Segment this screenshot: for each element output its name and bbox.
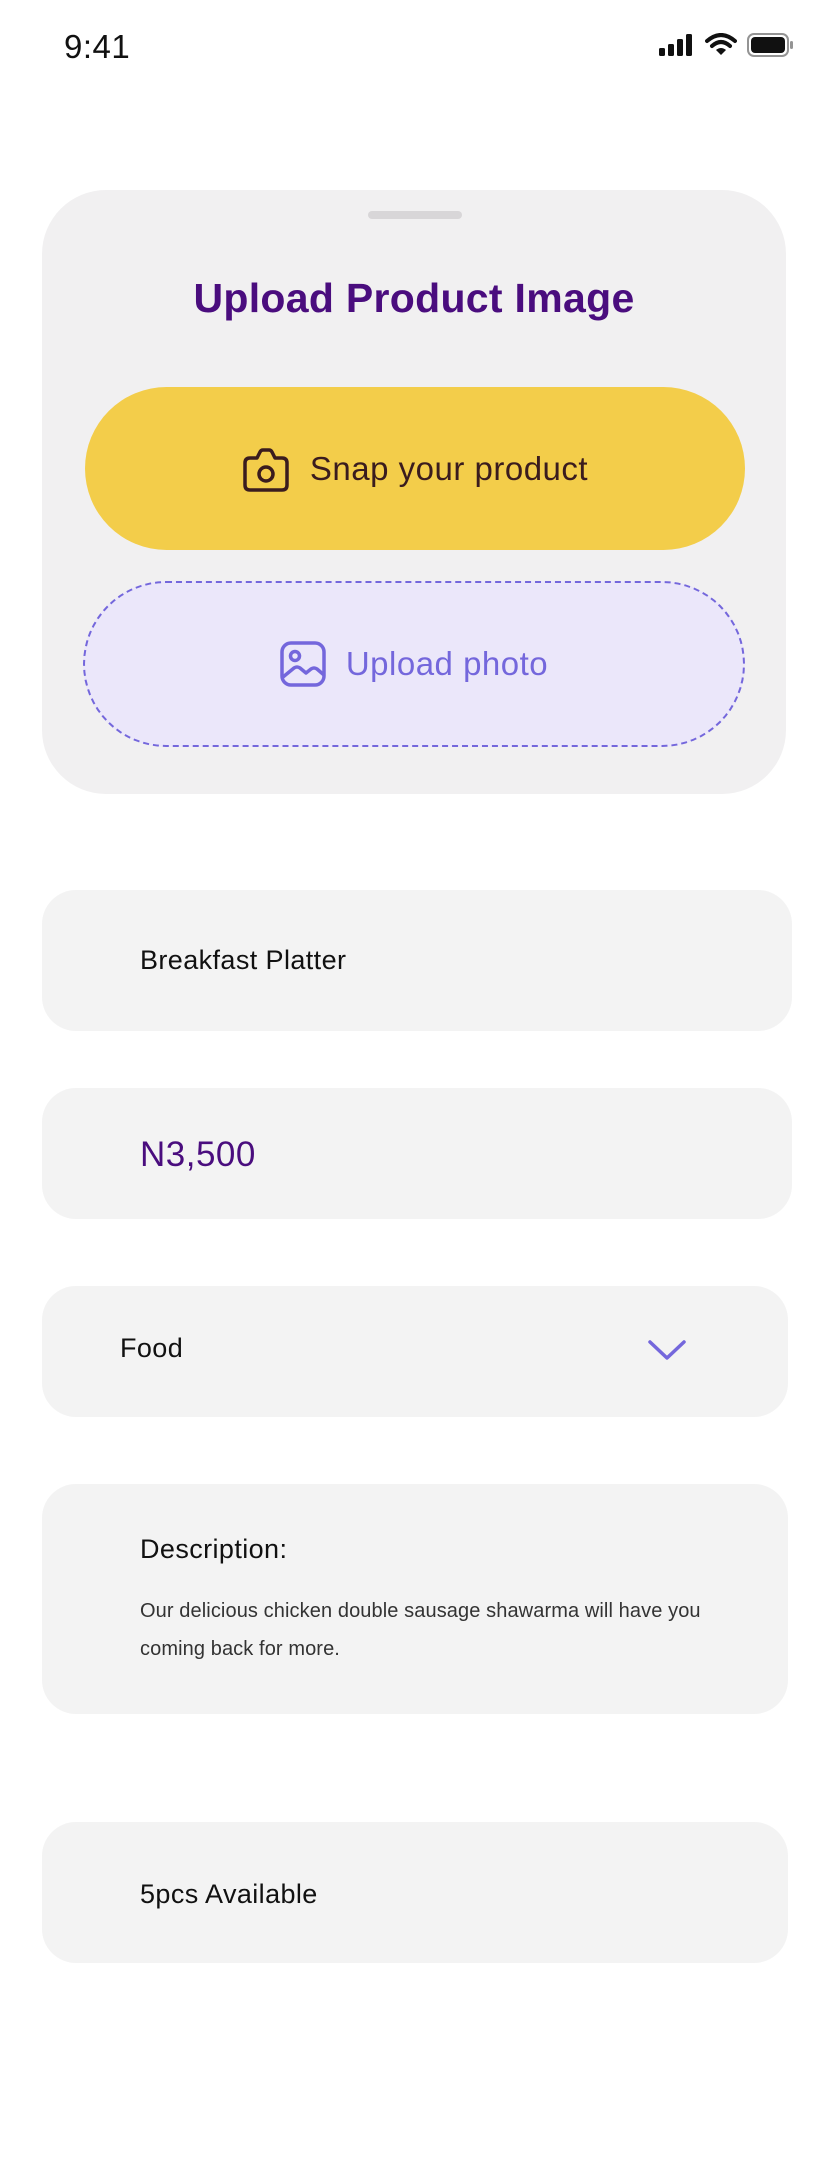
snap-product-button[interactable]: Snap your product: [85, 387, 745, 550]
upload-title: Upload Product Image: [193, 275, 635, 321]
wifi-icon: [705, 33, 737, 55]
snap-button-label: Snap your product: [309, 449, 589, 487]
status-time: 9:41: [64, 28, 131, 65]
status-icons: [659, 33, 795, 57]
description-text: Our delicious chicken double sausage sha…: [140, 1600, 701, 1660]
chevron-down-icon[interactable]: [647, 1338, 687, 1362]
category-value: Food: [120, 1333, 184, 1363]
product-price-value: N3,500: [140, 1135, 256, 1174]
battery-icon: [747, 33, 793, 57]
sheet-grabber-handle[interactable]: [368, 211, 462, 219]
signal-icon: [659, 34, 692, 56]
image-icon: [280, 641, 326, 687]
upload-button-label: Upload photo: [345, 645, 549, 682]
description-label: Description:: [140, 1534, 288, 1564]
upload-photo-button[interactable]: Upload photo: [83, 581, 745, 747]
camera-icon: [243, 447, 289, 492]
stock-value: 5pcs Available: [140, 1879, 318, 1909]
product-name-value: Breakfast Platter: [140, 945, 347, 975]
